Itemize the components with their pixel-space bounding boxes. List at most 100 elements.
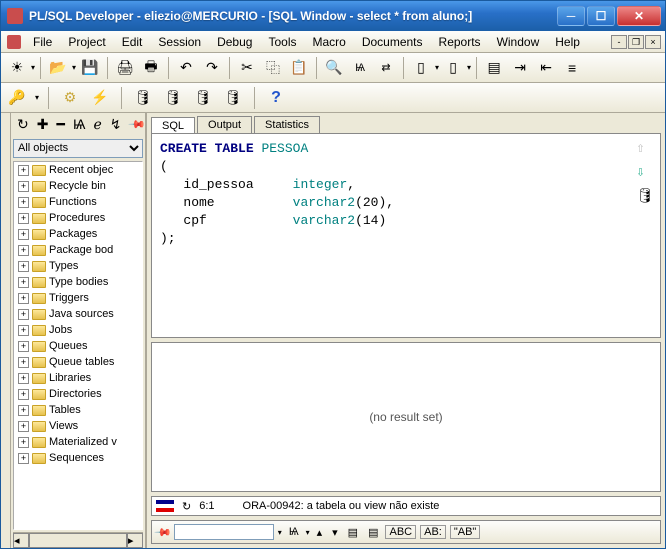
menu-file[interactable]: File bbox=[25, 33, 60, 51]
word-button[interactable]: AB: bbox=[420, 525, 446, 539]
tree-item[interactable]: +Packages bbox=[14, 226, 142, 242]
expand-icon[interactable]: + bbox=[18, 261, 29, 272]
remove-icon[interactable]: ━ bbox=[54, 116, 66, 133]
tree-item[interactable]: +Recycle bin bbox=[14, 178, 142, 194]
page-icon[interactable]: ▯ bbox=[409, 56, 433, 80]
expand-icon[interactable]: + bbox=[18, 245, 29, 256]
expand-icon[interactable]: + bbox=[18, 405, 29, 416]
tools-icon[interactable]: ↯ bbox=[108, 116, 124, 133]
save-icon[interactable]: 💾 bbox=[78, 56, 102, 80]
db-icon[interactable]: 🛢 bbox=[221, 86, 245, 110]
tree-item[interactable]: +Types bbox=[14, 258, 142, 274]
tab-statistics[interactable]: Statistics bbox=[254, 116, 320, 133]
rollback-icon[interactable]: 🛢 bbox=[191, 86, 215, 110]
scroll-down-icon[interactable]: ⇩ bbox=[636, 164, 654, 182]
print-setup-icon[interactable]: 🖶 bbox=[139, 56, 163, 80]
mdi-minimize-button[interactable]: - bbox=[611, 35, 627, 49]
add-icon[interactable]: ✚ bbox=[35, 116, 51, 133]
horizontal-scrollbar[interactable]: ◂▸ bbox=[13, 532, 143, 548]
case-button[interactable]: ABC bbox=[385, 525, 416, 539]
break-icon[interactable]: ⚡ bbox=[88, 86, 112, 110]
paste-icon[interactable]: 📋 bbox=[287, 56, 311, 80]
tree-item[interactable]: +Type bodies bbox=[14, 274, 142, 290]
maximize-button[interactable]: ☐ bbox=[587, 6, 615, 26]
redo-icon[interactable]: ↷ bbox=[200, 56, 224, 80]
print-icon[interactable]: 🖨 bbox=[113, 56, 137, 80]
filter-icon[interactable]: ℯ bbox=[91, 116, 103, 133]
key-icon[interactable]: 🔑 bbox=[5, 86, 29, 110]
menu-reports[interactable]: Reports bbox=[431, 33, 489, 51]
find-next-icon[interactable]: Ѩ bbox=[348, 56, 372, 80]
find-icon[interactable]: 🔍 bbox=[322, 56, 346, 80]
regex-button[interactable]: "AB" bbox=[450, 525, 480, 539]
tree-item[interactable]: +Tables bbox=[14, 402, 142, 418]
menu-macro[interactable]: Macro bbox=[304, 33, 353, 51]
expand-icon[interactable]: + bbox=[18, 165, 29, 176]
undo-icon[interactable]: ↶ bbox=[174, 56, 198, 80]
tree-item[interactable]: +Procedures bbox=[14, 210, 142, 226]
tree-item[interactable]: +Views bbox=[14, 418, 142, 434]
goto-icon[interactable]: ▤ bbox=[365, 526, 381, 539]
tree-item[interactable]: +Queues bbox=[14, 338, 142, 354]
minimize-button[interactable]: ─ bbox=[557, 6, 585, 26]
expand-icon[interactable]: + bbox=[18, 389, 29, 400]
expand-icon[interactable]: + bbox=[18, 309, 29, 320]
pin-icon[interactable]: 📌 bbox=[153, 523, 172, 542]
expand-icon[interactable]: + bbox=[18, 213, 29, 224]
titlebar[interactable]: PL/SQL Developer - eliezio@MERCURIO - [S… bbox=[1, 1, 665, 31]
menu-debug[interactable]: Debug bbox=[209, 33, 260, 51]
menu-documents[interactable]: Documents bbox=[354, 33, 431, 51]
indent-icon[interactable]: ⇥ bbox=[508, 56, 532, 80]
tree-item[interactable]: +Materialized v bbox=[14, 434, 142, 450]
copy-icon[interactable]: ⿻ bbox=[261, 56, 285, 80]
mdi-close-button[interactable]: × bbox=[645, 35, 661, 49]
expand-icon[interactable]: + bbox=[18, 229, 29, 240]
menu-tools[interactable]: Tools bbox=[260, 33, 304, 51]
highlight-icon[interactable]: ▤ bbox=[345, 526, 361, 539]
sql-icon[interactable]: 🛢 bbox=[161, 86, 185, 110]
sidebar-handle[interactable] bbox=[1, 113, 11, 548]
expand-icon[interactable]: + bbox=[18, 325, 29, 336]
export-icon[interactable]: ▤ bbox=[482, 56, 506, 80]
outdent-icon[interactable]: ⇤ bbox=[534, 56, 558, 80]
tree-item[interactable]: +Queue tables bbox=[14, 354, 142, 370]
menu-session[interactable]: Session bbox=[150, 33, 209, 51]
tab-output[interactable]: Output bbox=[197, 116, 252, 133]
tree-item[interactable]: +Package bod bbox=[14, 242, 142, 258]
refresh-icon[interactable]: ↻ bbox=[15, 116, 31, 133]
menu-edit[interactable]: Edit bbox=[114, 33, 151, 51]
tab-sql[interactable]: SQL bbox=[151, 117, 195, 134]
expand-icon[interactable]: + bbox=[18, 277, 29, 288]
expand-icon[interactable]: + bbox=[18, 197, 29, 208]
expand-icon[interactable]: + bbox=[18, 341, 29, 352]
menu-help[interactable]: Help bbox=[547, 33, 588, 51]
tree-item[interactable]: +Recent objec bbox=[14, 162, 142, 178]
sql-editor[interactable]: CREATE TABLE PESSOA ( id_pessoa integer,… bbox=[151, 133, 661, 338]
find-next-icon[interactable]: ▾ bbox=[329, 526, 341, 539]
menu-window[interactable]: Window bbox=[489, 33, 548, 51]
help-icon[interactable]: ? bbox=[264, 86, 288, 110]
execute-icon[interactable]: ⚙ bbox=[58, 86, 82, 110]
expand-icon[interactable]: + bbox=[18, 437, 29, 448]
pin-icon[interactable]: 📌 bbox=[126, 118, 148, 131]
replace-icon[interactable]: ⇄ bbox=[374, 56, 398, 80]
search-input[interactable] bbox=[174, 524, 274, 540]
tree-item[interactable]: +Sequences bbox=[14, 450, 142, 466]
commit-icon[interactable]: 🛢 bbox=[131, 86, 155, 110]
tree-item[interactable]: +Java sources bbox=[14, 306, 142, 322]
close-button[interactable]: ✕ bbox=[617, 6, 661, 26]
search-icon[interactable]: Ѩ bbox=[71, 116, 88, 132]
tree-item[interactable]: +Libraries bbox=[14, 370, 142, 386]
pages-icon[interactable]: ▯ bbox=[441, 56, 465, 80]
fetch-icon[interactable]: 🛢 bbox=[636, 188, 654, 206]
expand-icon[interactable]: + bbox=[18, 373, 29, 384]
list-icon[interactable]: ≡ bbox=[560, 56, 584, 80]
find-prev-icon[interactable]: ▴ bbox=[314, 526, 326, 539]
expand-icon[interactable]: + bbox=[18, 293, 29, 304]
cut-icon[interactable]: ✂ bbox=[235, 56, 259, 80]
scroll-up-icon[interactable]: ⇧ bbox=[636, 140, 654, 158]
expand-icon[interactable]: + bbox=[18, 357, 29, 368]
tree-item[interactable]: +Triggers bbox=[14, 290, 142, 306]
object-tree[interactable]: +Recent objec+Recycle bin+Functions+Proc… bbox=[13, 161, 143, 530]
tree-item[interactable]: +Functions bbox=[14, 194, 142, 210]
